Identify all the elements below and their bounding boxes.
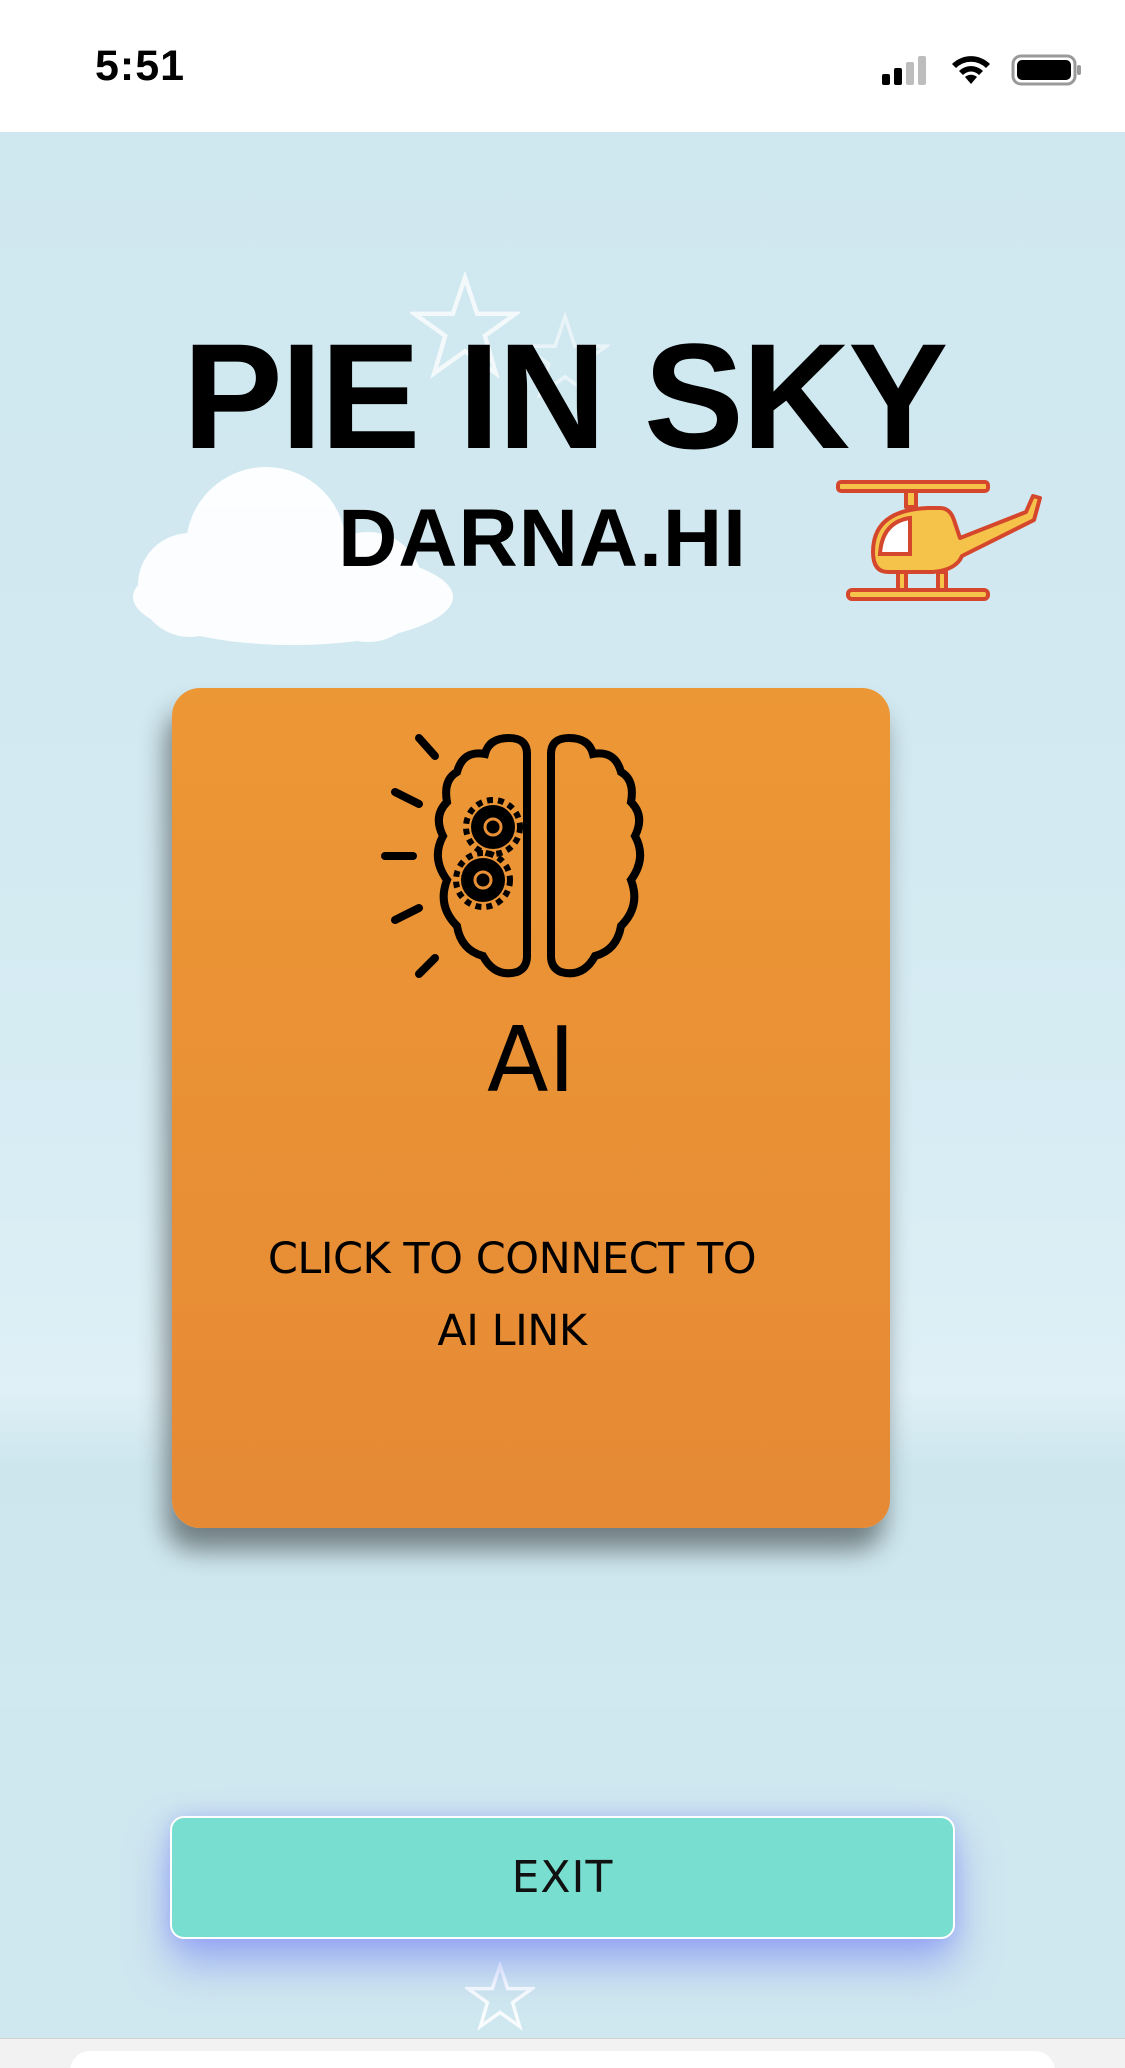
sky-background: PIE IN SKY DARNA.HI AI CLICK TO CONNECT …: [0, 132, 1125, 2038]
status-bar: 5:51: [0, 0, 1125, 132]
browser-address-pill[interactable]: [70, 2051, 1055, 2068]
brain-gears-icon: [381, 733, 645, 978]
helicopter-icon: [836, 480, 1042, 601]
ai-label: AI: [486, 1008, 576, 1113]
status-icons: [881, 50, 1083, 90]
ai-connect-line-1: CLICK TO CONNECT TO: [267, 1234, 757, 1284]
ai-connect-text: CLICK TO CONNECT TO AI LINK: [252, 1223, 772, 1367]
battery-icon: [1011, 54, 1081, 86]
exit-button[interactable]: EXIT: [170, 1816, 955, 1939]
star-icon: [465, 1962, 535, 2031]
status-time: 5:51: [95, 42, 186, 90]
ai-link-card[interactable]: AI CLICK TO CONNECT TO AI LINK: [172, 688, 890, 1528]
browser-toolbar: [0, 2038, 1125, 2068]
wifi-icon: [952, 56, 990, 84]
page-title: PIE IN SKY: [182, 312, 949, 480]
cellular-signal-icon: [882, 56, 926, 85]
exit-button-label: EXIT: [511, 1852, 614, 1903]
ai-connect-line-2: AI LINK: [437, 1306, 587, 1356]
